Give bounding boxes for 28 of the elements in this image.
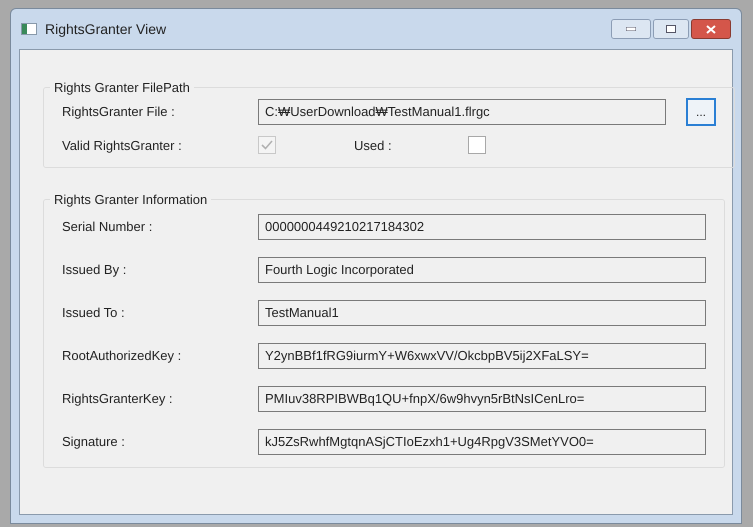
checkbox[interactable] [468, 136, 486, 154]
checkbox-label: Used : [354, 136, 393, 154]
field-label: Signature : [62, 432, 126, 451]
read-only-field[interactable]: Y2ynBBf1fRG9iurmY+W6xwxVV/OkcbpBV5ij2XFaLSY= [258, 342, 706, 368]
field-label: RootAuthorizedKey : [62, 346, 182, 365]
group-title: Rights Granter Information [53, 191, 208, 209]
read-only-field[interactable]: Fourth Logic Incorporated [258, 256, 706, 282]
maximize-icon [666, 25, 676, 33]
read-only-field[interactable]: 0000000449210217184302 [258, 214, 706, 240]
maximize-button[interactable] [653, 19, 689, 39]
field-label: Serial Number : [62, 218, 154, 236]
read-only-field[interactable]: TestManual1 [258, 300, 706, 326]
window-title: RightsGranter View [45, 20, 166, 39]
close-button[interactable] [691, 19, 731, 39]
field-label: Issued To : [62, 304, 126, 322]
minimize-icon [626, 27, 636, 31]
field-label: Issued By : [62, 260, 128, 279]
read-only-field[interactable]: PMIuv38RPIBWBq1QU+fnpX/6w9hvyn5rBtNsICenLro= [258, 386, 706, 412]
field-label: RightsGranter File : [62, 102, 176, 121]
checkbox-label: Valid RightsGranter : [62, 136, 183, 155]
read-only-field[interactable]: kJ5ZsRwhfMgtqnASjCTIoEzxh1+Ug4RpgV3SMetYVO0= [258, 428, 706, 454]
group-title: Rights Granter FilePath [53, 79, 191, 97]
browse-button[interactable]: ... [686, 98, 716, 126]
file-path-field[interactable]: C:₩UserDownload₩TestManual1.flrgc [258, 98, 666, 124]
app-icon [21, 23, 37, 35]
close-icon [706, 24, 716, 34]
field-label: RightsGranterKey : [62, 390, 174, 408]
checkmark-icon [261, 140, 273, 150]
